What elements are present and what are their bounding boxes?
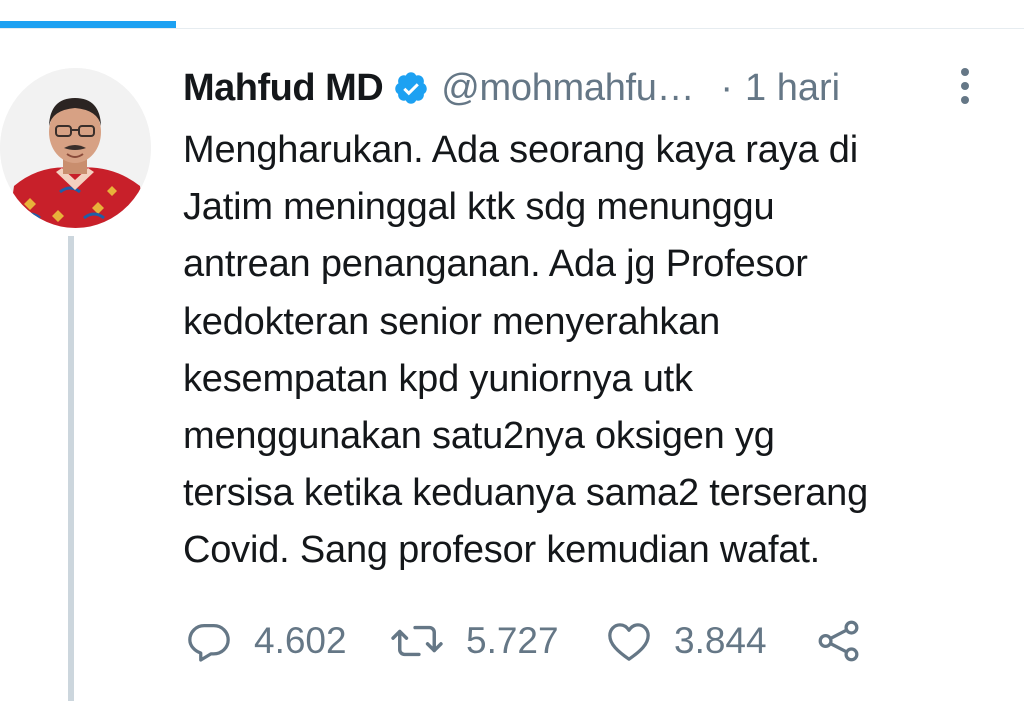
tweet-text-line: kesempatan kpd yuniornya utk <box>183 357 693 400</box>
separator-dot: · <box>720 66 734 109</box>
tweet-timestamp[interactable]: 1 hari <box>745 67 840 110</box>
tweet-text: Mengharukan. Ada seorang kaya raya di Ja… <box>183 122 1013 580</box>
tweet-text-line: menggunakan satu2nya oksigen yg <box>183 415 775 458</box>
tweet-text-line: kedokteran senior menyerahkan <box>183 300 721 343</box>
like-button[interactable]: 3.844 <box>606 610 767 672</box>
thread-line <box>68 236 74 701</box>
more-options-icon[interactable] <box>955 66 975 106</box>
user-handle[interactable]: @mohmahfu… <box>441 67 694 110</box>
tweet-text-line: Mengharukan. Ada seorang kaya raya di <box>183 129 858 171</box>
reply-icon <box>186 618 232 664</box>
reply-count: 4.602 <box>254 620 347 661</box>
heart-icon <box>606 619 652 663</box>
retweet-icon <box>390 618 444 664</box>
verified-badge-icon <box>393 70 429 106</box>
share-button[interactable] <box>816 610 862 672</box>
avatar-photo <box>0 68 151 228</box>
like-count: 3.844 <box>674 620 767 661</box>
avatar[interactable] <box>0 68 151 228</box>
retweet-count: 5.727 <box>466 620 559 661</box>
share-icon <box>816 618 862 664</box>
display-name[interactable]: Mahfud MD <box>183 67 384 110</box>
tweet-text-line: Jatim meninggal ktk sdg menunggu <box>183 186 775 229</box>
top-divider <box>0 28 1024 29</box>
active-tab-indicator <box>0 21 176 28</box>
retweet-button[interactable]: 5.727 <box>390 610 559 672</box>
tweet-text-line: tersisa ketika keduanya sama2 terserang <box>183 472 869 515</box>
reply-button[interactable]: 4.602 <box>186 610 347 672</box>
tweet-header: Mahfud MD @mohmahfu… · 1 hari <box>183 64 1003 112</box>
tweet-text-line: antrean penanganan. Ada jg Profesor <box>183 243 808 286</box>
tweet-text-line: Covid. Sang profesor kemudian wafat. <box>183 529 821 572</box>
tweet-actions: 4.602 5.727 3.844 <box>186 610 1006 672</box>
